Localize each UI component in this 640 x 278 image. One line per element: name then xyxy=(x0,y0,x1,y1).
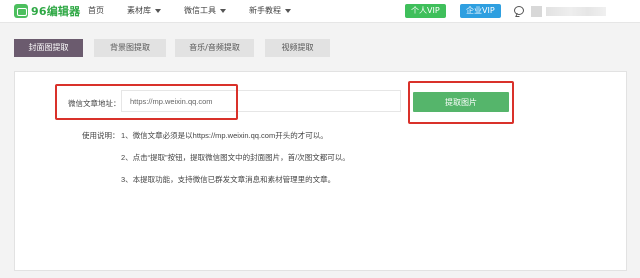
highlight-box-button xyxy=(408,81,514,124)
logo-text: 96编辑器 xyxy=(31,5,81,18)
tab-video-extract[interactable]: 视频提取 xyxy=(265,39,330,57)
tab-cover-extract[interactable]: 封面图提取 xyxy=(14,39,83,57)
message-icon[interactable] xyxy=(514,6,524,15)
top-nav-bar: 96编辑器 首页 素材库 微信工具 新手教程 个人VIP 企业VIP xyxy=(0,0,640,23)
usage-instruction-line: 2、点击“提取”按钮，提取微信图文中的封面图片，首/次图文都可以。 xyxy=(121,153,350,162)
avatar[interactable] xyxy=(531,6,542,17)
nav-item-label: 素材库 xyxy=(127,6,151,15)
logo-icon xyxy=(14,4,28,18)
nav-item-label: 新手教程 xyxy=(249,6,281,15)
business-vip-button[interactable]: 企业VIP xyxy=(460,4,501,18)
chevron-down-icon xyxy=(155,8,161,13)
usage-instruction-line: 3、本提取功能，支持微信已群发文章消息和素材管理里的文章。 xyxy=(121,175,336,184)
logo[interactable]: 96编辑器 xyxy=(14,3,80,19)
nav-item-label: 首页 xyxy=(88,6,104,15)
highlight-box-url xyxy=(55,84,238,120)
chevron-down-icon xyxy=(220,8,226,13)
nav-item-home[interactable]: 首页 xyxy=(88,5,104,16)
tab-background-extract[interactable]: 背景图提取 xyxy=(94,39,166,57)
nav-item-label: 微信工具 xyxy=(184,6,216,15)
nav-item-tutorials[interactable]: 新手教程 xyxy=(249,5,291,16)
nav-item-material-library[interactable]: 素材库 xyxy=(127,5,161,16)
usage-instruction-line: 1、微信文章必须是以https://mp.weixin.qq.com开头的才可以… xyxy=(121,131,328,140)
personal-vip-button[interactable]: 个人VIP xyxy=(405,4,446,18)
nav-item-wechat-tools[interactable]: 微信工具 xyxy=(184,5,226,16)
tab-audio-extract[interactable]: 音乐/音频提取 xyxy=(175,39,254,57)
usage-instructions-label: 使用说明： xyxy=(82,131,120,140)
chevron-down-icon xyxy=(285,8,291,13)
main-nav: 首页 素材库 微信工具 新手教程 xyxy=(88,5,314,16)
username-blurred[interactable] xyxy=(546,7,606,16)
